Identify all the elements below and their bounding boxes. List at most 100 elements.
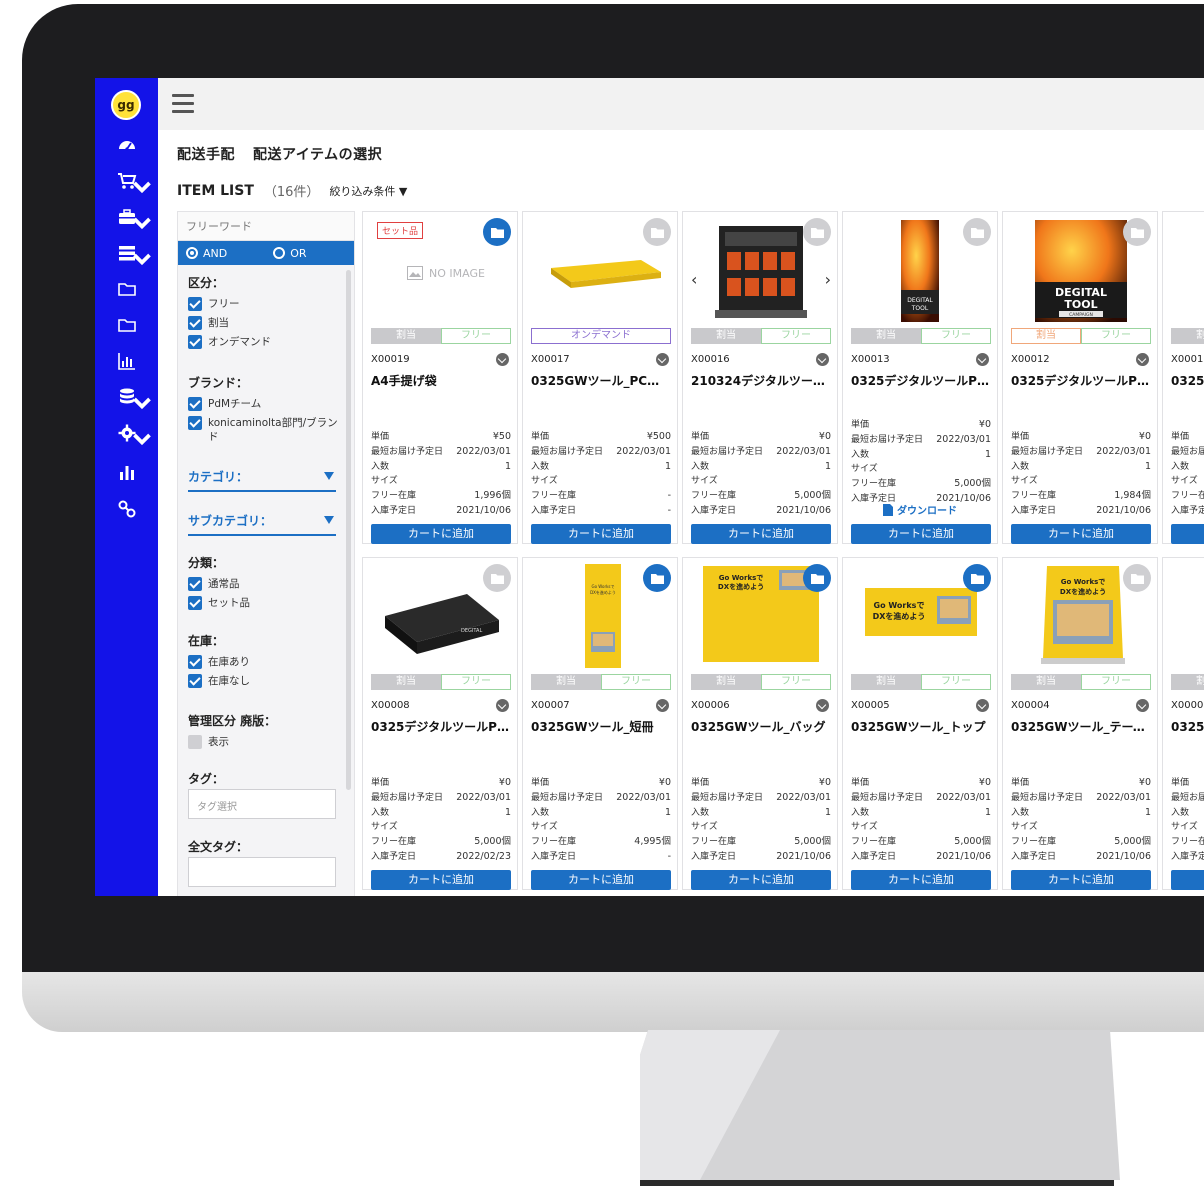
add-to-cart-button[interactable]: カートに追加 [531,524,671,544]
item-card[interactable]: DEGITAL 割当 フリー X00008 0325デジタルツールPOP 単価 ¥0 最短お届… [362,557,518,890]
link-icon[interactable] [95,494,158,524]
info-icon[interactable] [496,353,509,366]
item-card[interactable]: Go Worksで DXを進めよう 割当 フリー X00006 0325GWツール_バッグ… [682,557,838,890]
folder-icon[interactable] [643,218,671,246]
item-name[interactable]: 0325デジタルツールPOP [371,718,511,735]
add-to-cart-button[interactable]: カートに追加 [1171,870,1204,890]
add-to-cart-button[interactable]: カートに追加 [851,870,991,890]
item-name[interactable]: 0325デジタルツールPOP [1011,372,1151,389]
item-name[interactable]: 0325デジタルツールPOP [851,372,991,389]
svg-text:DEGITAL: DEGITAL [907,297,933,304]
info-icon[interactable] [816,353,829,366]
folder-icon[interactable] [803,218,831,246]
folder-icon[interactable] [483,564,511,592]
info-icon[interactable] [976,699,989,712]
checkbox-show-discontinued[interactable]: 表示 [188,735,276,749]
database-icon[interactable] [95,382,158,412]
and-radio[interactable]: AND [186,247,227,260]
info-icon[interactable] [1136,353,1149,366]
item-name[interactable]: 0325GWツール_トップ [851,718,991,735]
menu-icon[interactable] [172,94,194,114]
item-name[interactable]: 0325GWツール_テーブル [1011,718,1151,735]
add-to-cart-button[interactable]: カートに追加 [1171,524,1204,544]
folder-icon[interactable] [643,564,671,592]
item-card[interactable]: Go Worksで DXを進めよう 割当 フリー X00005 0325GWツール_トップ… [842,557,998,890]
add-to-cart-button[interactable]: カートに追加 [1011,870,1151,890]
subcategory-dropdown[interactable]: サブカテゴリ： [188,512,336,536]
item-image[interactable] [1171,562,1204,670]
item-name[interactable]: 0325GWツール_短冊 [531,718,671,735]
app-logo[interactable]: gg [111,90,141,120]
add-to-cart-button[interactable]: カートに追加 [371,524,511,544]
item-pack: 1 [504,460,511,472]
info-icon[interactable] [496,699,509,712]
add-to-cart-button[interactable]: カートに追加 [531,870,671,890]
category-dropdown[interactable]: カテゴリ： [188,468,336,492]
item-card[interactable]: 割当フリー X00003 0325GWツール単価最短お届け予定日入数サイズフリー在庫… [1162,557,1204,890]
item-card[interactable]: Go Worksで DXを進めよう 割当 フリー X00004 0325GWツール_テーブ… [1002,557,1158,890]
checkbox-free[interactable]: フリー [188,297,271,311]
item-card[interactable]: セット品 NO IMAGE 割当 フリー X00019 A4手提げ袋 単価 ¥50 最短お届け予… [362,211,518,544]
item-card[interactable]: DEGITAL TOOL 割当 フリー X00013 0325デジタルツールPOP 単価 ¥0… [842,211,998,544]
filter-toggle[interactable]: 絞り込み条件 ▼ [329,183,407,199]
folder-icon[interactable] [963,564,991,592]
info-icon[interactable] [976,353,989,366]
checkbox-brand-konica[interactable]: konicaminolta部門/ブランド [188,416,338,444]
or-radio[interactable]: OR [273,247,307,260]
download-link[interactable]: ダウンロード [883,502,957,517]
item-card[interactable]: Go Worksで DXを進めよう 割当 フリー X00007 0325GWツール_短冊単… [522,557,678,890]
chevron-left-icon[interactable]: ‹ [691,270,697,289]
bunrui-section: 分類： 通常品 セット品 [188,556,250,610]
folder-icon[interactable] [1123,218,1151,246]
item-name[interactable]: A4手提げ袋 [371,372,511,389]
gear-icon[interactable] [95,418,158,448]
cart-icon[interactable] [95,166,158,196]
folder-icon[interactable] [483,218,511,246]
item-list-header: ITEM LIST （16件） 絞り込み条件 ▼ [177,181,407,201]
info-icon[interactable] [656,699,669,712]
fulltag-input[interactable] [188,857,336,887]
item-name[interactable]: 0325GWツール_PCスタンド [531,372,671,389]
checkbox-set[interactable]: セット品 [188,596,250,610]
add-to-cart-button[interactable]: カートに追加 [371,870,511,890]
item-name[interactable]: 0325デジタルツール [1171,372,1204,389]
add-to-cart-button[interactable]: カートに追加 [851,524,991,544]
add-to-cart-button[interactable]: カートに追加 [1011,524,1151,544]
info-icon[interactable] [656,353,669,366]
add-to-cart-button[interactable]: カートに追加 [691,524,831,544]
item-image[interactable] [1171,216,1204,324]
folder-icon[interactable] [95,310,158,340]
item-name[interactable]: 0325GWツール_バッグ [691,718,831,735]
tag-select-input[interactable]: タグ選択 [188,789,336,819]
item-pack: 1 [824,806,831,818]
filter-scrollbar[interactable] [346,270,351,790]
checkbox-in-stock[interactable]: 在庫あり [188,655,250,669]
item-card[interactable]: ‹ › 割当フリー X00016 210324デジタルツールキャンペーン単価¥0最短お届… [682,211,838,544]
folder-icon[interactable] [95,274,158,304]
checkbox-out-of-stock[interactable]: 在庫なし [188,674,250,688]
checkbox-brand-pdm[interactable]: PdMチーム [188,397,338,411]
item-name[interactable]: 210324デジタルツールキャンペーン [691,372,831,389]
folder-icon[interactable] [803,564,831,592]
freeword-input[interactable]: フリーワード [178,212,354,241]
analytics-icon[interactable] [95,458,158,488]
checkbox-normal[interactable]: 通常品 [188,577,250,591]
folder-icon[interactable] [1123,564,1151,592]
add-to-cart-button[interactable]: カートに追加 [691,870,831,890]
chevron-right-icon[interactable]: › [825,270,831,289]
checkbox-assign[interactable]: 割当 [188,316,271,330]
folder-icon[interactable] [963,218,991,246]
briefcase-icon[interactable] [95,202,158,232]
breadcrumb-item[interactable]: 配送手配 [177,147,235,163]
bar-chart-icon[interactable] [95,346,158,376]
dashboard-icon[interactable] [95,130,158,160]
info-icon[interactable] [816,699,829,712]
info-icon[interactable] [1136,699,1149,712]
item-card[interactable]: 割当フリー X00011 0325デジタルツール単価最短お届け予定日入数サイズフリー… [1162,211,1204,544]
item-card[interactable]: オンデマンド X00017 0325GWツール_PCスタンド単価¥500最短お届け予… [522,211,678,544]
item-code: X00006 [691,700,730,711]
list-icon[interactable] [95,238,158,268]
checkbox-ondemand[interactable]: オンデマンド [188,335,271,349]
item-card[interactable]: DEGITAL TOOL CAMPAIGN 割当 フリー X00012 0325デジタルツー… [1002,211,1158,544]
item-name[interactable]: 0325GWツール [1171,718,1204,735]
